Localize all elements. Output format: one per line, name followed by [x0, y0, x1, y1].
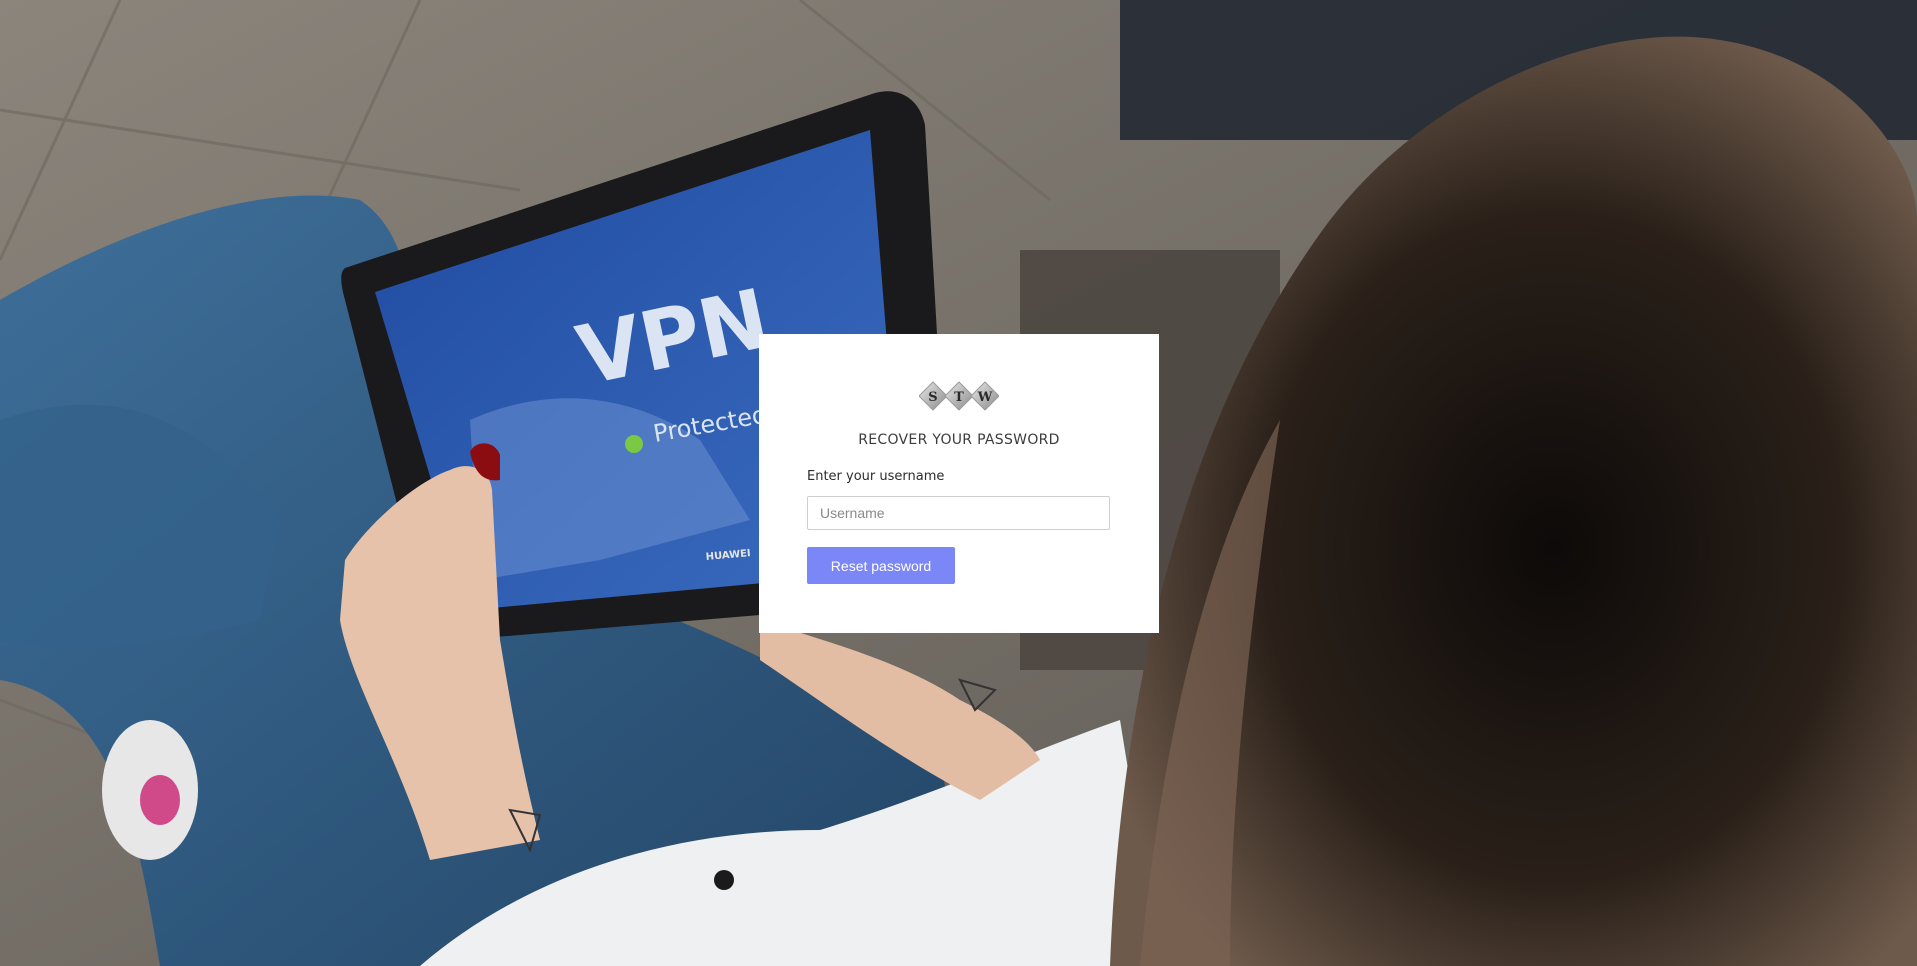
username-input[interactable]: [807, 496, 1110, 530]
username-label: Enter your username: [807, 469, 945, 484]
logo-letter-s: S: [928, 390, 937, 405]
reset-password-button[interactable]: Reset password: [807, 547, 955, 584]
status-dot-icon: [625, 435, 643, 453]
page-title: RECOVER YOUR PASSWORD: [858, 432, 1060, 448]
logo-letter-w: W: [977, 390, 993, 405]
logo-letter-t: T: [954, 390, 964, 405]
recover-password-card: S T W RECOVER YOUR PASSWORD Enter your u…: [759, 334, 1159, 633]
stw-diamond-logo-icon: S T W: [919, 381, 999, 411]
stw-logo: S T W: [759, 378, 1159, 414]
